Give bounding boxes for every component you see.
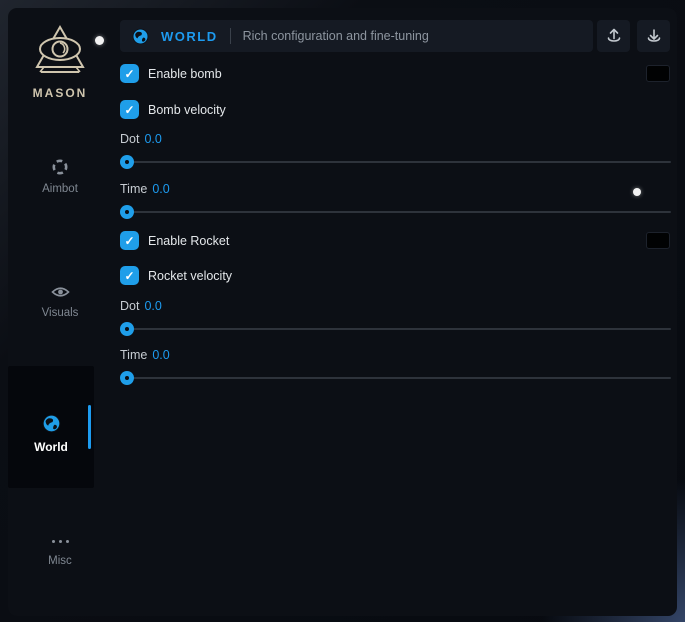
globe-icon bbox=[132, 28, 149, 45]
checkbox-label: Enable Rocket bbox=[148, 234, 229, 248]
slider-bomb-dot: Dot0.0 bbox=[120, 132, 671, 163]
slider-value: 0.0 bbox=[152, 348, 169, 362]
globe-icon bbox=[42, 414, 61, 433]
upload-icon bbox=[605, 27, 623, 45]
checkbox-label: Bomb velocity bbox=[148, 103, 226, 117]
download-config-button[interactable] bbox=[637, 20, 670, 52]
slider-track[interactable] bbox=[120, 161, 671, 163]
slider-value: 0.0 bbox=[144, 299, 161, 313]
sidebar-item-world[interactable]: World bbox=[8, 366, 94, 488]
slider-value: 0.0 bbox=[144, 132, 161, 146]
slider-label: Dot0.0 bbox=[120, 132, 671, 148]
download-icon bbox=[645, 27, 663, 45]
slider-handle[interactable] bbox=[120, 205, 134, 219]
checkbox-enable-rocket[interactable]: ✓ Enable Rocket bbox=[120, 231, 229, 250]
checkbox-checked-icon: ✓ bbox=[120, 64, 139, 83]
sidebar-item-aimbot[interactable]: Aimbot bbox=[8, 158, 112, 195]
slider-track[interactable] bbox=[120, 377, 671, 379]
checkbox-bomb-velocity[interactable]: ✓ Bomb velocity bbox=[120, 100, 226, 119]
slider-rocket-dot: Dot0.0 bbox=[120, 299, 671, 330]
crosshair-icon bbox=[51, 158, 69, 176]
slider-bomb-time: Time0.0 bbox=[120, 182, 671, 213]
eye-icon bbox=[51, 284, 70, 300]
checkbox-checked-icon: ✓ bbox=[120, 231, 139, 250]
slider-rocket-time: Time0.0 bbox=[120, 348, 671, 379]
slider-value: 0.0 bbox=[152, 182, 169, 196]
checkbox-checked-icon: ✓ bbox=[120, 266, 139, 285]
sidebar-item-visuals[interactable]: Visuals bbox=[8, 284, 112, 319]
ellipsis-icon bbox=[52, 534, 69, 548]
slider-track[interactable] bbox=[120, 211, 671, 213]
main-window: MASON Aimbot Visuals World Misc bbox=[8, 8, 677, 616]
checkbox-enable-bomb[interactable]: ✓ Enable bomb bbox=[120, 64, 222, 83]
active-tab-indicator bbox=[88, 405, 91, 449]
sidebar-item-misc[interactable]: Misc bbox=[8, 534, 112, 567]
slider-track[interactable] bbox=[120, 328, 671, 330]
sidebar-item-label: Misc bbox=[48, 555, 72, 567]
slider-label: Time0.0 bbox=[120, 182, 671, 198]
rocket-color-swatch[interactable] bbox=[646, 232, 670, 249]
checkbox-rocket-velocity[interactable]: ✓ Rocket velocity bbox=[120, 266, 232, 285]
upload-config-button[interactable] bbox=[597, 20, 630, 52]
slider-handle[interactable] bbox=[120, 371, 134, 385]
bomb-color-swatch[interactable] bbox=[646, 65, 670, 82]
page-header: WORLD Rich configuration and fine-tuning bbox=[120, 20, 593, 52]
brand-name: MASON bbox=[8, 86, 112, 100]
mason-logo-icon bbox=[30, 24, 90, 80]
cursor-dot bbox=[633, 188, 641, 196]
sidebar-item-label: Visuals bbox=[42, 307, 79, 319]
slider-label: Time0.0 bbox=[120, 348, 671, 364]
sidebar-item-label: Aimbot bbox=[42, 183, 78, 195]
sidebar-item-label: World bbox=[34, 440, 68, 454]
page-title: WORLD bbox=[161, 29, 218, 44]
checkbox-checked-icon: ✓ bbox=[120, 100, 139, 119]
page-subtitle: Rich configuration and fine-tuning bbox=[243, 29, 429, 43]
checkbox-label: Enable bomb bbox=[148, 67, 222, 81]
slider-handle[interactable] bbox=[120, 155, 134, 169]
header-divider bbox=[230, 28, 231, 44]
slider-label: Dot0.0 bbox=[120, 299, 671, 315]
checkbox-label: Rocket velocity bbox=[148, 269, 232, 283]
cursor-dot bbox=[95, 36, 104, 45]
slider-handle[interactable] bbox=[120, 322, 134, 336]
